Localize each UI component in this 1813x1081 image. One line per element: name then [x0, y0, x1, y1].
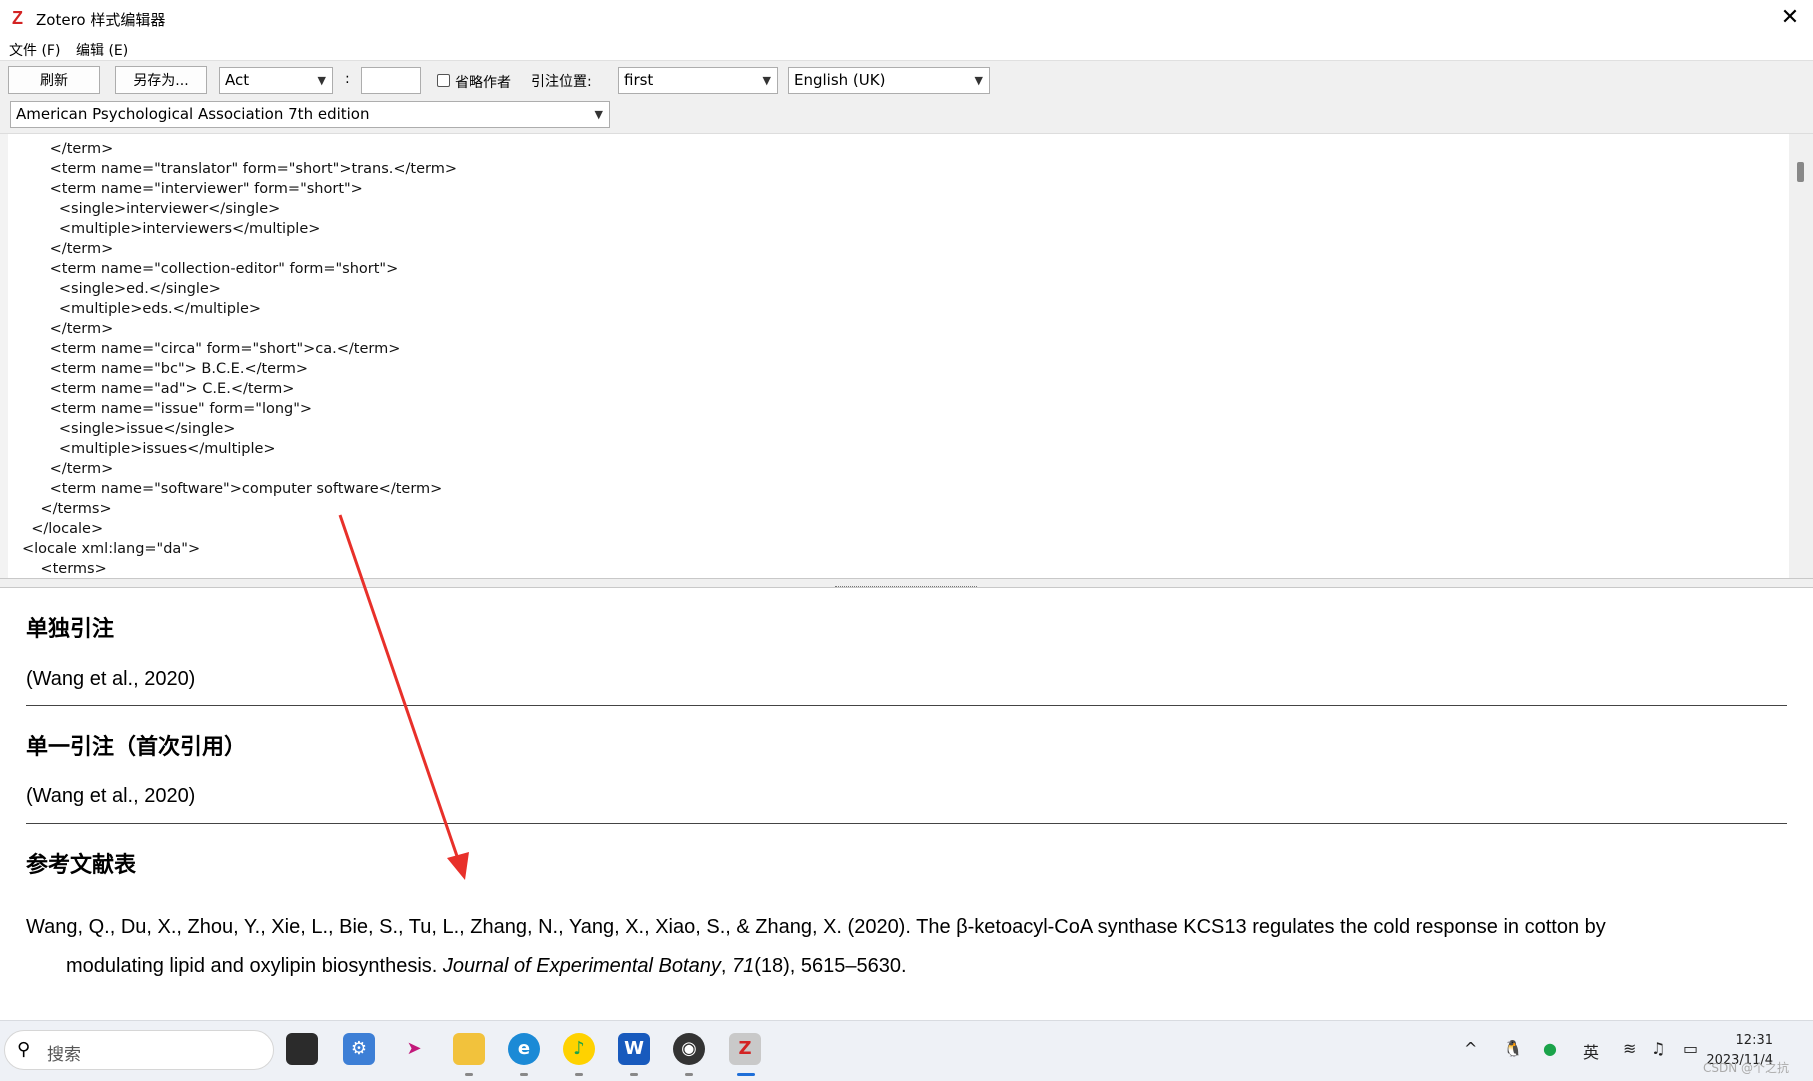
- taskbar: ⚲ 搜索 ⚙ ➤ e ♪ W ◉ Z ^ 🐧 ● 英 ≋ ♫ ▭ 12:31 2…: [0, 1020, 1813, 1081]
- wifi-icon[interactable]: ≋: [1623, 1039, 1636, 1058]
- running-indicator: [630, 1073, 638, 1076]
- file-explorer-icon[interactable]: [453, 1033, 485, 1065]
- locale-value: English (UK): [794, 71, 886, 89]
- code-text[interactable]: </term> <term name="translator" form="sh…: [22, 139, 457, 579]
- colon-label: :: [345, 71, 350, 87]
- journal-title: Journal of Experimental Botany: [442, 955, 721, 977]
- window-title: Zotero 样式编辑器: [36, 11, 166, 29]
- edge-icon[interactable]: e: [508, 1033, 540, 1065]
- scrollbar-thumb[interactable]: [1797, 162, 1804, 182]
- code-editor[interactable]: </term> <term name="translator" form="sh…: [0, 133, 1813, 579]
- vertical-scrollbar[interactable]: [1789, 134, 1813, 579]
- locator-input[interactable]: [361, 67, 421, 94]
- taskview-icon[interactable]: [286, 1033, 318, 1065]
- chrome-icon[interactable]: ◉: [673, 1033, 705, 1065]
- battery-icon[interactable]: ▭: [1683, 1039, 1698, 1058]
- bibliography-entry: Wang, Q., Du, X., Zhou, Y., Xie, L., Bie…: [26, 908, 1746, 986]
- single-citation-heading: 单独引注: [26, 617, 115, 642]
- refresh-button[interactable]: 刷新: [8, 66, 100, 94]
- menu-bar: 文件 (F) 编辑 (E): [0, 36, 1813, 60]
- menu-edit[interactable]: 编辑 (E): [76, 40, 128, 60]
- wechat-icon[interactable]: ●: [1543, 1039, 1557, 1058]
- position-label: 引注位置:: [531, 74, 592, 90]
- menu-file[interactable]: 文件 (F): [9, 40, 60, 60]
- toolbar: 刷新 另存为... Act ▼ : 省略作者 引注位置: first ▼ Eng…: [0, 60, 1813, 133]
- word-icon[interactable]: W: [618, 1033, 650, 1065]
- running-indicator: [520, 1073, 528, 1076]
- taskbar-search[interactable]: ⚲ 搜索: [4, 1030, 274, 1070]
- chevron-down-icon: ▼: [594, 108, 603, 121]
- active-indicator: [737, 1073, 755, 1076]
- chevron-up-icon[interactable]: ^: [1464, 1039, 1477, 1058]
- save-as-button[interactable]: 另存为...: [115, 66, 207, 94]
- settings-icon[interactable]: ⚙: [343, 1033, 375, 1065]
- suppress-author-checkbox[interactable]: [437, 74, 450, 87]
- running-indicator: [465, 1073, 473, 1076]
- bibliography-line-1: Wang, Q., Du, X., Zhou, Y., Xie, L., Bie…: [26, 916, 1606, 938]
- single-citation-text: (Wang et al., 2020): [26, 668, 196, 690]
- running-indicator: [685, 1073, 693, 1076]
- locator-type-select[interactable]: Act ▼: [219, 67, 333, 94]
- preview-pane: 单独引注 (Wang et al., 2020) 单一引注（首次引用） (Wan…: [0, 588, 1813, 1020]
- search-placeholder: 搜索: [47, 1045, 81, 1065]
- bibliography-line-2: modulating lipid and oxylipin biosynthes…: [66, 955, 907, 977]
- divider: [26, 705, 1787, 706]
- close-button[interactable]: ✕: [1767, 0, 1813, 36]
- feishu-icon[interactable]: ➤: [398, 1033, 430, 1065]
- suppress-author-label: 省略作者: [455, 75, 511, 91]
- locator-type-value: Act: [225, 71, 250, 89]
- style-select[interactable]: American Psychological Association 7th e…: [10, 101, 610, 128]
- chevron-down-icon: ▼: [762, 74, 771, 87]
- chevron-down-icon: ▼: [974, 74, 983, 87]
- title-bar: Z Zotero 样式编辑器 ✕: [0, 0, 1813, 36]
- pane-splitter[interactable]: [0, 578, 1813, 588]
- clock-time: 12:31: [1735, 1033, 1773, 1048]
- position-value: first: [624, 71, 654, 89]
- bibliography-heading: 参考文献表: [26, 853, 137, 878]
- ime-indicator[interactable]: 英: [1583, 1039, 1599, 1063]
- editor-gutter: [0, 134, 8, 579]
- first-citation-heading: 单一引注（首次引用）: [26, 735, 247, 760]
- qq-icon[interactable]: 🐧: [1503, 1039, 1523, 1058]
- zotero-icon[interactable]: Z: [729, 1033, 761, 1065]
- chevron-down-icon: ▼: [317, 74, 326, 87]
- divider: [26, 823, 1787, 824]
- volume-icon[interactable]: ♫: [1651, 1039, 1665, 1058]
- search-icon: ⚲: [17, 1039, 31, 1060]
- qqmusic-icon[interactable]: ♪: [563, 1033, 595, 1065]
- position-select[interactable]: first ▼: [618, 67, 778, 94]
- first-citation-text: (Wang et al., 2020): [26, 785, 196, 807]
- running-indicator: [575, 1073, 583, 1076]
- journal-volume: 71: [731, 955, 755, 977]
- watermark: CSDN @个之抗: [1702, 1061, 1789, 1075]
- zotero-logo-icon: Z: [12, 8, 23, 28]
- splitter-grip-icon[interactable]: [835, 580, 977, 587]
- style-value: American Psychological Association 7th e…: [16, 105, 370, 123]
- locale-select[interactable]: English (UK) ▼: [788, 67, 990, 94]
